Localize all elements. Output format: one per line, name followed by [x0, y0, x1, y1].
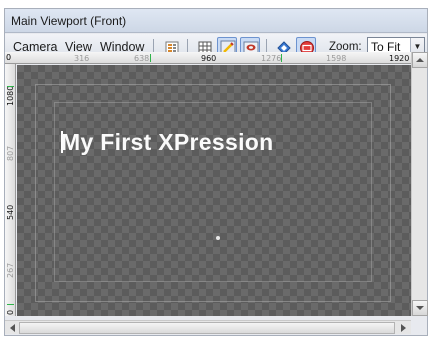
ruler-h-label: 960	[201, 54, 217, 63]
scene-canvas[interactable]: My First XPression	[17, 65, 411, 316]
ruler-marker	[7, 86, 14, 87]
arrow-right-icon[interactable]	[397, 322, 409, 334]
scroll-up-button[interactable]	[412, 52, 428, 68]
ruler-h-label: 638	[134, 54, 150, 63]
horizontal-scrollbar[interactable]	[5, 320, 411, 334]
vertical-scrollbar[interactable]	[411, 52, 428, 316]
ruler-origin-label: 0	[5, 52, 15, 64]
ruler-marker	[150, 54, 151, 62]
vertical-ruler[interactable]: 1080 807 540 267 0	[5, 64, 16, 316]
window-title: Main Viewport (Front)	[5, 9, 427, 33]
scroll-thumb[interactable]	[19, 322, 395, 334]
scroll-down-button[interactable]	[412, 300, 428, 316]
ruler-v-label: 0	[6, 309, 15, 315]
horizontal-ruler[interactable]: 316 638 960 1276 1598 1920	[15, 52, 411, 64]
scene-text-object[interactable]: My First XPression	[61, 129, 273, 156]
arrow-up-icon	[416, 58, 424, 62]
ruler-h-label: 316	[74, 54, 90, 63]
ruler-v-label: 540	[6, 204, 15, 220]
ruler-h-label: 1920	[389, 54, 410, 63]
ruler-v-label: 1080	[6, 85, 15, 106]
arrow-down-icon	[416, 306, 424, 310]
center-marker	[216, 236, 220, 240]
arrow-left-icon[interactable]	[7, 322, 19, 334]
ruler-marker	[7, 304, 14, 305]
ruler-h-label: 1276	[261, 54, 282, 63]
ruler-v-label: 807	[6, 145, 15, 161]
ruler-marker	[281, 54, 282, 62]
ruler-v-label: 267	[6, 262, 15, 278]
ruler-h-label: 1598	[326, 54, 347, 63]
